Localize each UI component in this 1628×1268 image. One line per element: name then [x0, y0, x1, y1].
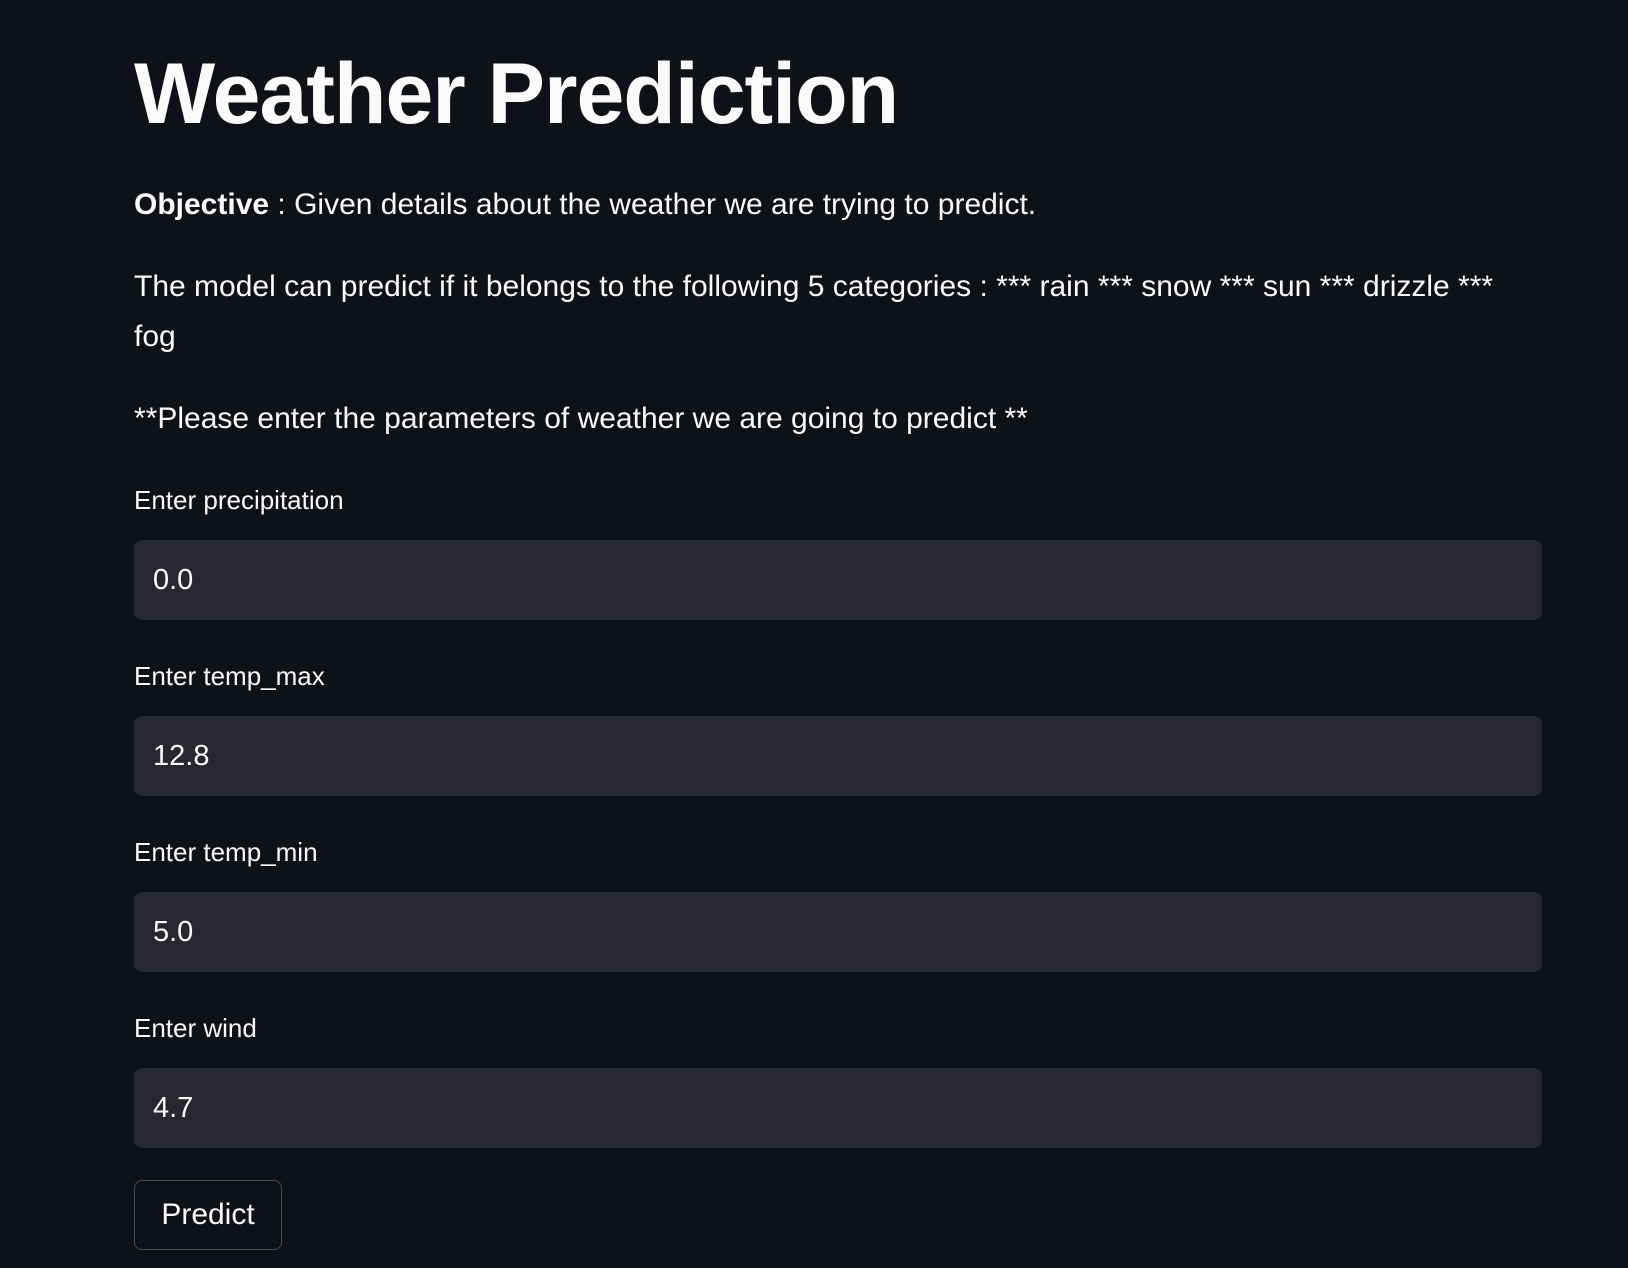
objective-description: : Given details about the weather we are… — [269, 188, 1037, 221]
wind-label: Enter wind — [134, 1013, 257, 1043]
precipitation-label: Enter precipitation — [134, 485, 344, 515]
predict-button[interactable]: Predict — [134, 1180, 282, 1250]
wind-input[interactable] — [134, 1068, 1542, 1148]
instruction-text: **Please enter the parameters of weather… — [134, 402, 1028, 435]
temp-min-label: Enter temp_min — [134, 837, 318, 867]
temp-min-input[interactable] — [134, 892, 1542, 972]
objective-text: Objective : Given details about the weat… — [134, 180, 1036, 230]
temp-max-input[interactable] — [134, 716, 1542, 796]
categories-text: The model can predict if it belongs to t… — [134, 270, 1494, 353]
objective-label: Objective — [134, 188, 270, 221]
temp-max-label: Enter temp_max — [134, 661, 325, 691]
precipitation-input[interactable] — [134, 540, 1542, 620]
page-title: Weather Prediction — [134, 46, 899, 142]
